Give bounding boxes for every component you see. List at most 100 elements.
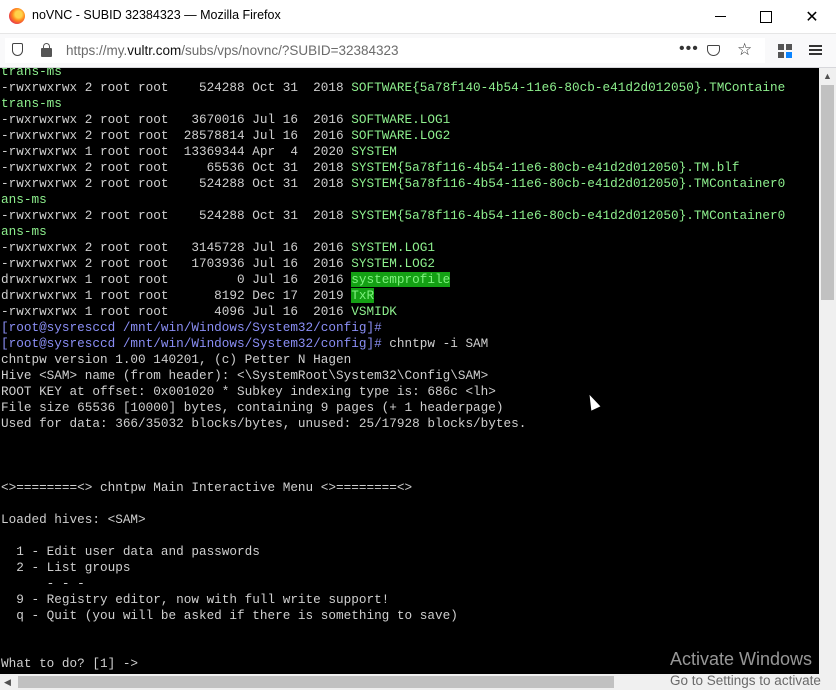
url-text[interactable]: https://my.vultr.com/subs/vps/novnc/?SUB… <box>66 43 399 58</box>
terminal-segment: -rwxrwxrwx 2 root root 524288 Oct 31 201… <box>1 80 352 95</box>
terminal-line: chntpw version 1.00 140201, (c) Petter N… <box>1 352 351 368</box>
terminal-segment: SOFTWARE.LOG2 <box>351 128 451 143</box>
terminal-line: Loaded hives: <SAM> <box>1 512 146 528</box>
maximize-icon <box>760 10 772 23</box>
terminal-line: -rwxrwxrwx 2 root root 65536 Oct 31 2018… <box>1 160 740 176</box>
terminal-line: q - Quit (you will be asked if there is … <box>1 608 458 624</box>
scroll-left-arrow-icon[interactable]: ◀ <box>4 674 11 690</box>
terminal-segment: - - - <box>1 576 85 591</box>
close-button[interactable]: ✕ <box>789 0 835 33</box>
terminal-line: -rwxrwxrwx 2 root root 3670016 Jul 16 20… <box>1 112 450 128</box>
terminal-line: [root@sysresccd /mnt/win/Windows/System3… <box>1 320 382 336</box>
ext-square <box>778 52 784 58</box>
terminal-line: -rwxrwxrwx 2 root root 1703936 Jul 16 20… <box>1 256 435 272</box>
maximize-button[interactable] <box>743 0 789 33</box>
terminal-segment: -rwxrwxrwx 2 root root 28578814 Jul 16 2… <box>1 128 352 143</box>
terminal-segment: trans-ms <box>1 96 62 111</box>
terminal-segment: -rwxrwxrwx 2 root root 3145728 Jul 16 20… <box>1 240 352 255</box>
terminal-line: -rwxrwxrwx 2 root root 524288 Oct 31 201… <box>1 208 785 224</box>
terminal-segment: <>========<> chntpw Main Interactive Men… <box>1 480 413 495</box>
terminal-segment: ROOT KEY at offset: 0x001020 * Subkey in… <box>1 384 496 399</box>
terminal-segment: SYSTEM{5a78f116-4b54-11e6-80cb-e41d2d012… <box>351 160 740 175</box>
terminal-segment: chntpw version 1.00 140201, (c) Petter N… <box>1 352 352 367</box>
firefox-logo-icon <box>9 8 25 24</box>
terminal-segment: SYSTEM.LOG1 <box>351 240 435 255</box>
terminal-segment: TxR <box>351 288 375 303</box>
terminal-line: <>========<> chntpw Main Interactive Men… <box>1 480 412 496</box>
url-host: vultr.com <box>127 43 182 58</box>
shield-icon[interactable] <box>12 43 23 56</box>
terminal-segment: Hive <SAM> name (from header): <\SystemR… <box>1 368 489 383</box>
minimize-button[interactable] <box>697 0 743 33</box>
terminal-line: drwxrwxrwx 1 root root 0 Jul 16 2016 sys… <box>1 272 451 288</box>
terminal-line: -rwxrwxrwx 1 root root 4096 Jul 16 2016 … <box>1 304 397 320</box>
ext-square <box>786 44 792 50</box>
terminal-line: 2 - List groups <box>1 560 130 576</box>
vertical-scroll-thumb[interactable] <box>821 85 834 300</box>
terminal-segment: SOFTWARE{5a78f140-4b54-11e6-80cb-e41d2d0… <box>351 80 786 95</box>
minimize-icon <box>714 16 726 17</box>
close-icon: ✕ <box>805 8 819 26</box>
terminal-line: -rwxrwxrwx 2 root root 524288 Oct 31 201… <box>1 80 785 96</box>
terminal-segment: ans-ms <box>1 192 47 207</box>
terminal-segment: SOFTWARE.LOG1 <box>351 112 451 127</box>
terminal-segment: SYSTEM{5a78f116-4b54-11e6-80cb-e41d2d012… <box>351 176 786 191</box>
extensions-icon[interactable] <box>778 44 792 58</box>
terminal-segment: drwxrwxrwx 1 root root 8192 Dec 17 2019 <box>1 288 352 303</box>
terminal-line: [root@sysresccd /mnt/win/Windows/System3… <box>1 336 488 352</box>
horizontal-scroll-thumb[interactable] <box>18 676 614 688</box>
terminal-segment: 2 - List groups <box>1 560 131 575</box>
terminal-segment: chntpw -i SAM <box>381 336 489 351</box>
page-actions-icon[interactable]: ••• <box>679 40 699 58</box>
terminal-segment: q - Quit (you will be asked if there is … <box>1 608 458 623</box>
bookmark-star-icon[interactable]: ☆ <box>737 40 752 60</box>
lock-icon[interactable] <box>41 43 52 57</box>
terminal-segment: systemprofile <box>351 272 451 287</box>
address-bar[interactable]: https://my.vultr.com/subs/vps/novnc/?SUB… <box>5 38 765 63</box>
menu-icon[interactable] <box>809 45 822 55</box>
vnc-terminal-screen[interactable]: trans-ms -rwxrwxrwx 2 root root 524288 Oc… <box>0 68 819 674</box>
terminal-segment: SYSTEM <box>351 144 397 159</box>
terminal-line: -rwxrwxrwx 1 root root 13369344 Apr 4 20… <box>1 144 397 160</box>
terminal-segment: -rwxrwxrwx 1 root root 4096 Jul 16 2016 <box>1 304 352 319</box>
terminal-segment: -rwxrwxrwx 2 root root 1703936 Jul 16 20… <box>1 256 352 271</box>
terminal-segment: -rwxrwxrwx 2 root root 524288 Oct 31 201… <box>1 208 352 223</box>
terminal-line: trans-ms <box>1 68 62 80</box>
activate-windows-title: Activate Windows <box>670 649 813 669</box>
terminal-segment: File size 65536 [10000] bytes, containin… <box>1 400 504 415</box>
terminal-segment: -rwxrwxrwx 2 root root 65536 Oct 31 2018 <box>1 160 352 175</box>
terminal-segment: SYSTEM.LOG2 <box>351 256 435 271</box>
scroll-up-arrow-icon[interactable]: ▲ <box>819 68 836 85</box>
navigation-toolbar: https://my.vultr.com/subs/vps/novnc/?SUB… <box>0 34 836 68</box>
url-path: /subs/vps/novnc/?SUBID=32384323 <box>181 43 399 58</box>
terminal-line: ans-ms <box>1 192 47 208</box>
terminal-segment: drwxrwxrwx 1 root root 0 Jul 16 2016 <box>1 272 352 287</box>
pocket-icon[interactable] <box>707 45 720 56</box>
terminal-segment: trans-ms <box>1 68 62 79</box>
ext-square <box>778 44 784 50</box>
terminal-line: File size 65536 [10000] bytes, containin… <box>1 400 504 416</box>
window-titlebar: noVNC - SUBID 32384323 — Mozilla Firefox… <box>0 0 836 34</box>
terminal-line: -rwxrwxrwx 2 root root 28578814 Jul 16 2… <box>1 128 450 144</box>
terminal-line: drwxrwxrwx 1 root root 8192 Dec 17 2019 … <box>1 288 375 304</box>
vertical-scrollbar[interactable]: ▲ <box>819 68 836 674</box>
terminal-segment: What to do? [1] -> <box>1 656 139 671</box>
terminal-line: 1 - Edit user data and passwords <box>1 544 260 560</box>
terminal-segment: SYSTEM{5a78f116-4b54-11e6-80cb-e41d2d012… <box>351 208 786 223</box>
terminal-segment: -rwxrwxrwx 1 root root 13369344 Apr 4 20… <box>1 144 352 159</box>
terminal-line: - - - <box>1 576 85 592</box>
ext-square <box>786 52 792 58</box>
terminal-line: Hive <SAM> name (from header): <\SystemR… <box>1 368 488 384</box>
terminal-line: trans-ms <box>1 96 62 112</box>
terminal-segment: Used for data: 366/35032 blocks/bytes, u… <box>1 416 527 431</box>
terminal-segment: 1 - Edit user data and passwords <box>1 544 260 559</box>
terminal-segment: ans-ms <box>1 224 47 239</box>
terminal-segment: Loaded hives: <SAM> <box>1 512 146 527</box>
terminal-segment: [root@sysresccd /mnt/win/Windows/System3… <box>1 320 382 335</box>
terminal-line: 9 - Registry editor, now with full write… <box>1 592 389 608</box>
activate-windows-subtitle: Go to Settings to activate <box>670 673 821 688</box>
window-title: noVNC - SUBID 32384323 — Mozilla Firefox <box>32 8 281 22</box>
terminal-segment: 9 - Registry editor, now with full write… <box>1 592 390 607</box>
terminal-line: ROOT KEY at offset: 0x001020 * Subkey in… <box>1 384 496 400</box>
terminal-line: Used for data: 366/35032 blocks/bytes, u… <box>1 416 526 432</box>
